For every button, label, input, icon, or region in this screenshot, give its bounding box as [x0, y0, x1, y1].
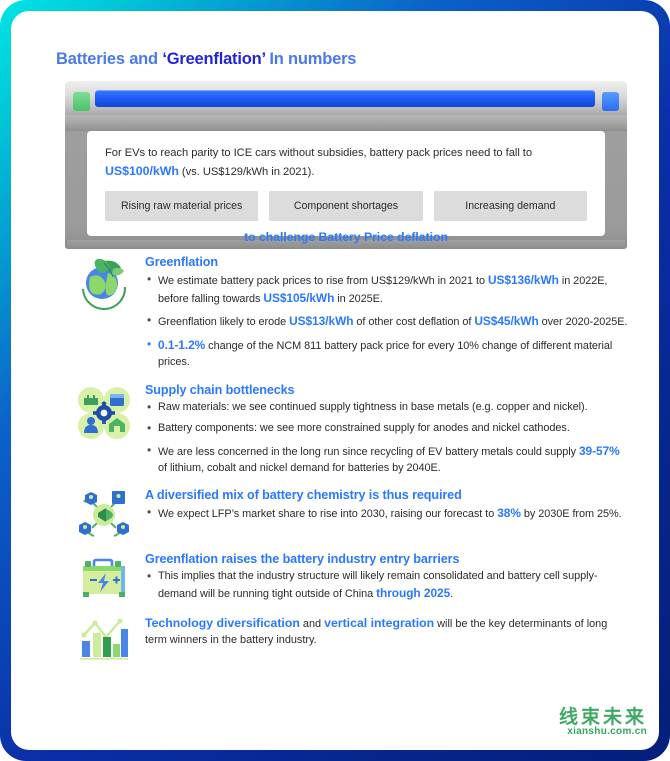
page-title-part2: ‘Greenflation’	[162, 50, 265, 68]
highlight-text: US$136/kWh	[487, 273, 559, 287]
highlight-text: US$13/kWh	[289, 314, 354, 329]
battery-positive-terminal-icon	[602, 92, 619, 111]
section-body: Supply chain bottlenecks Raw materials: …	[143, 383, 631, 477]
highlight-text: Technology diversification	[145, 615, 300, 630]
section-technology-diversification: Technology diversification and vertical …	[65, 615, 631, 663]
highlight-text: through 2025	[376, 586, 451, 601]
green-earth-leaf-icon	[65, 255, 143, 371]
bullet-list: We expect LFP’s market share to rise int…	[145, 504, 631, 523]
highlight-text: 39-57%	[578, 443, 620, 458]
watermark-url: xianshu.com.cn	[567, 726, 647, 737]
car-battery-icon	[65, 552, 143, 602]
slide-canvas: Batteries and ‘Greenflation’ In numbers …	[11, 11, 659, 750]
battery-negative-terminal-icon	[73, 92, 90, 111]
highlight-text: 38%	[497, 506, 521, 521]
body-text: .	[450, 588, 454, 601]
page-title-part1: Batteries and	[56, 50, 163, 68]
section-heading: Greenflation raises the battery industry…	[145, 552, 460, 567]
bar-line-chart-icon	[65, 615, 143, 663]
driver-chip: Rising raw material prices	[105, 191, 259, 222]
body-text: of lithium, cobalt and nickel demand for…	[158, 461, 441, 474]
section-body: Greenflation We estimate battery pack pr…	[143, 255, 631, 371]
hero-lead-highlight: US$100/kWh	[105, 163, 179, 178]
list-item: We are less concerned in the long run si…	[145, 442, 631, 476]
bullet-list: We estimate battery pack prices to rise …	[145, 271, 631, 371]
section-greenflation: Greenflation We estimate battery pack pr…	[65, 255, 631, 371]
list-item: We estimate battery pack prices to rise …	[145, 271, 631, 307]
section-entry-barriers: Greenflation raises the battery industry…	[65, 552, 631, 602]
closing-paragraph: Technology diversification and vertical …	[145, 615, 631, 649]
highlight-text: US$105/kWh	[263, 290, 335, 305]
bullet-list: Raw materials: we see continued supply t…	[145, 399, 631, 477]
driver-chip-row: Rising raw material prices Component sho…	[105, 191, 587, 222]
body-text: We estimate battery pack prices to rise …	[158, 275, 488, 287]
outer-gradient-frame: Batteries and ‘Greenflation’ In numbers …	[0, 0, 670, 761]
list-item: Battery components: we see more constrai…	[145, 420, 631, 437]
bullet-list: This implies that the industry structure…	[145, 568, 631, 602]
body-text: change of the NCM 811 battery pack price…	[158, 340, 613, 368]
list-item: 0.1-1.2% change of the NCM 811 battery p…	[145, 336, 631, 370]
body-text: of other cost deflation of	[353, 316, 475, 329]
section-body: Technology diversification and vertical …	[143, 615, 631, 663]
section-battery-chemistry: A diversified mix of battery chemistry i…	[65, 488, 631, 540]
sections-list: Greenflation We estimate battery pack pr…	[65, 255, 631, 675]
section-heading: Greenflation	[145, 255, 218, 269]
list-item: Greenflation likely to erode US$13/kWh o…	[145, 312, 631, 331]
watermark: 线束未来 xianshu.com.cn	[491, 696, 651, 748]
body-text: over 2020-2025E.	[538, 316, 628, 329]
battery-body-band	[65, 115, 627, 131]
section-supply-chain: Supply chain bottlenecks Raw materials: …	[65, 383, 631, 477]
list-item: This implies that the industry structure…	[145, 568, 631, 602]
highlight-text: vertical integration	[324, 615, 435, 630]
hero-card: For EVs to reach parity to ICE cars with…	[87, 131, 605, 244]
body-text: Greenflation likely to erode	[158, 316, 290, 329]
section-body: Greenflation raises the battery industry…	[143, 552, 631, 602]
battery-illustration: For EVs to reach parity to ICE cars with…	[65, 81, 627, 249]
list-item: We expect LFP’s market share to rise int…	[145, 504, 631, 523]
section-body: A diversified mix of battery chemistry i…	[143, 488, 631, 540]
body-text: We expect LFP’s market share to rise int…	[158, 508, 498, 521]
watermark-chinese-text: 线束未来	[558, 706, 647, 728]
hero-lead-post: (vs. US$129/kWh in 2021).	[178, 165, 315, 178]
body-text: in 2025E.	[334, 292, 383, 305]
body-text: We are less concerned in the long run si…	[158, 445, 579, 458]
hero-lead-text: For EVs to reach parity to ICE cars with…	[105, 145, 587, 180]
body-text: Raw materials: we see continued supply t…	[158, 400, 588, 413]
highlight-text: 0.1-1.2%	[158, 338, 206, 353]
network-megaphone-icon	[65, 488, 143, 540]
hero-footer-text: to challenge Battery Price deflation	[244, 230, 448, 245]
highlight-text: US$45/kWh	[474, 314, 539, 329]
battery-blue-strip	[95, 90, 595, 107]
page-title-part3: In numbers	[264, 50, 357, 68]
page-title: Batteries and ‘Greenflation’ In numbers	[56, 50, 356, 69]
supply-chain-gear-icon	[65, 383, 143, 477]
driver-chip: Increasing demand	[433, 191, 587, 222]
body-text: by 2030E from 25%.	[520, 508, 622, 521]
list-item: Raw materials: we see continued supply t…	[145, 399, 631, 416]
section-heading: A diversified mix of battery chemistry i…	[145, 488, 462, 503]
section-heading: Supply chain bottlenecks	[145, 382, 295, 397]
driver-chip: Component shortages	[269, 191, 423, 222]
body-text: and	[299, 617, 325, 630]
hero-lead-pre: For EVs to reach parity to ICE cars with…	[105, 147, 533, 159]
body-text: Battery components: we see more constrai…	[158, 422, 570, 435]
